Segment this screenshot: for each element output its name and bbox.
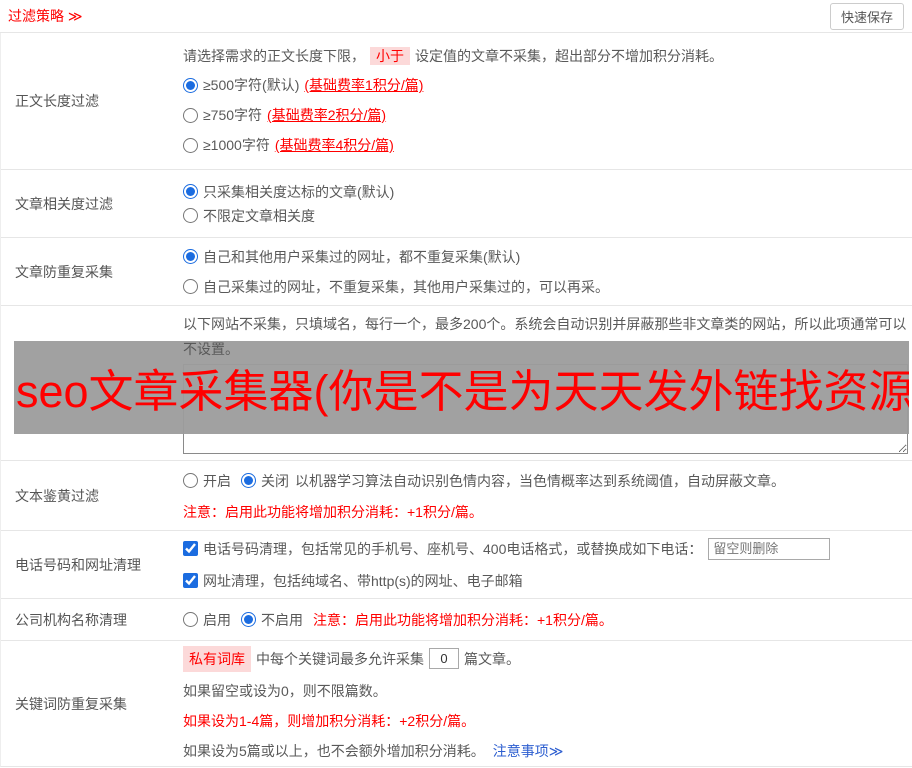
phone-clean-option[interactable]: 电话号码清理，包括常见的手机号、座机号、400电话格式，或替换成如下电话： [183,537,702,561]
notice-link[interactable]: 注意事项≫ [493,743,564,759]
relevance-option-strict-radio[interactable] [183,184,198,199]
keyword-dedup-line4: 如果设为5篇或以上，也不会额外增加积分消耗。 注意事项≫ [183,740,908,762]
option-label: 自己和其他用户采集过的网址，都不重复采集(默认) [203,248,521,265]
porn-filter-desc: 以机器学习算法自动识别色情内容，当色情概率达到系统阈值，自动屏蔽文章。 [295,472,785,489]
option-label: ≥500字符(默认) [203,77,300,93]
length-filter-intro: 请选择需求的正文长度下限， 小于 设定值的文章不采集，超出部分不增加积分消耗。 [183,45,908,67]
dedup-option-all-users[interactable]: 自己和其他用户采集过的网址，都不重复采集(默认) [183,245,908,269]
company-clean-off-option[interactable]: 不启用 [241,608,303,632]
porn-off-option[interactable]: 关闭 [241,469,289,493]
dedup-filter-label: 文章防重复采集 [15,263,113,280]
phone-url-clean-label: 电话号码和网址清理 [15,556,141,573]
dedup-option-all-users-radio[interactable] [183,249,198,264]
dedup-option-self-only[interactable]: 自己采集过的网址，不重复采集，其他用户采集过的，可以再采。 [183,275,908,299]
section-phone-url-clean: 电话号码和网址清理 电话号码清理，包括常见的手机号、座机号、400电话格式，或替… [1,531,912,599]
porn-filter-note: 注意：启用此功能将增加积分消耗：+1积分/篇。 [183,503,483,520]
length-filter-label: 正文长度过滤 [15,93,99,109]
company-clean-on-option[interactable]: 启用 [183,608,231,632]
option-label: 不启用 [261,611,303,628]
url-clean-option[interactable]: 网址清理，包括纯域名、带http(s)的网址、电子邮箱 [183,569,523,593]
phone-clean-checkbox[interactable] [183,541,198,556]
relevance-option-strict[interactable]: 只采集相关度达标的文章(默认) [183,180,908,204]
intro-after: 设定值的文章不采集，超出部分不增加积分消耗。 [415,48,723,64]
company-clean-off-radio[interactable] [241,612,256,627]
length-option-750-radio[interactable] [183,107,198,123]
company-clean-label: 公司机构名称清理 [15,611,127,628]
keyword-dedup-line2: 如果留空或设为0，则不限篇数。 [183,682,387,699]
option-label: 不限定文章相关度 [203,207,315,224]
line4-text: 如果设为5篇或以上，也不会额外增加积分消耗。 [183,742,485,759]
line1-end: 篇文章。 [464,650,520,667]
option-label: ≥1000字符 [203,137,270,153]
option-label: 只采集相关度达标的文章(默认) [203,183,395,200]
section-dedup-filter: 文章防重复采集 自己和其他用户采集过的网址，都不重复采集(默认) 自己采集过的网… [1,238,912,306]
site-blacklist-desc: 以下网站不采集，只填域名，每行一个，最多200个。系统会自动识别并屏蔽那些非文章… [183,316,907,357]
watermark-text: seo文章采集器(你是不是为天天发外链找资源而 [16,366,909,417]
length-option-500[interactable]: ≥500字符(默认) (基础费率1积分/篇) [183,73,908,97]
url-clean-checkbox[interactable] [183,573,198,588]
porn-filter-label: 文本鉴黄过滤 [15,487,99,504]
line1-mid: 中每个关键词最多允许采集 [256,650,424,667]
section-content-length-filter: 正文长度过滤 请选择需求的正文长度下限， 小于 设定值的文章不采集，超出部分不增加积… [1,33,912,170]
quick-save-button[interactable]: 快速保存 [829,2,904,30]
porn-off-radio[interactable] [241,473,256,488]
length-option-750[interactable]: ≥750字符 (基础费率2积分/篇) [183,103,908,127]
header: 过滤策略 ≫ 快速保存 [0,0,912,33]
relevance-option-any[interactable]: 不限定文章相关度 [183,204,908,228]
section-keyword-dedup: 关键词防重复采集 私有词库 中每个关键词最多允许采集 篇文章。 如果留空或设为0… [1,641,912,766]
option-label: ≥750字符 [203,107,263,123]
private-lexicon-highlight: 私有词库 [183,645,251,672]
keyword-dedup-line3: 如果设为1-4篇，则增加积分消耗：+2积分/篇。 [183,712,476,729]
keyword-dedup-line1: 私有词库 中每个关键词最多允许采集 篇文章。 [183,645,908,672]
section-porn-filter: 开启 关闭 以机器学习算法自动识别色情内容，当色情概率达到系统阈值，自动屏蔽文章… [1,461,912,531]
porn-on-radio[interactable] [183,473,198,488]
replacement-phone-input[interactable] [708,537,831,560]
length-option-1000[interactable]: ≥1000字符 (基础费率4积分/篇) [183,133,908,157]
option-fee-note: (基础费率4积分/篇) [274,137,394,153]
section-company-clean: 公司机构名称清理 启用 不启用 注意：启用此功能将增加积分消耗：+1积分/篇。 [1,599,912,641]
company-clean-on-radio[interactable] [183,612,198,627]
dedup-option-self-only-radio[interactable] [183,279,198,294]
option-fee-note: (基础费率2积分/篇) [267,107,387,123]
option-label: 开启 [203,472,231,489]
option-label: 启用 [203,611,231,628]
length-option-500-radio[interactable] [183,77,198,93]
intro-before: 请选择需求的正文长度下限， [183,48,365,64]
section-relevance-filter: 文章相关度过滤 只采集相关度达标的文章(默认) 不限定文章相关度 [1,170,912,238]
option-label: 关闭 [261,472,289,489]
option-label: 自己采集过的网址，不重复采集，其他用户采集过的，可以再采。 [203,278,609,295]
less-than-highlight: 小于 [370,47,410,65]
company-clean-note: 注意：启用此功能将增加积分消耗：+1积分/篇。 [313,611,613,628]
option-label: 网址清理，包括纯域名、带http(s)的网址、电子邮箱 [203,572,523,589]
page-title: 过滤策略 ≫ [8,8,83,24]
max-articles-input[interactable] [429,648,459,669]
porn-on-option[interactable]: 开启 [183,469,231,493]
keyword-dedup-label: 关键词防重复采集 [15,695,127,712]
relevance-filter-label: 文章相关度过滤 [15,195,113,212]
option-fee-note: (基础费率1积分/篇) [304,77,424,93]
length-option-1000-radio[interactable] [183,137,198,153]
option-label: 电话号码清理，包括常见的手机号、座机号、400电话格式，或替换成如下电话： [203,540,703,557]
relevance-option-any-radio[interactable] [183,208,198,223]
